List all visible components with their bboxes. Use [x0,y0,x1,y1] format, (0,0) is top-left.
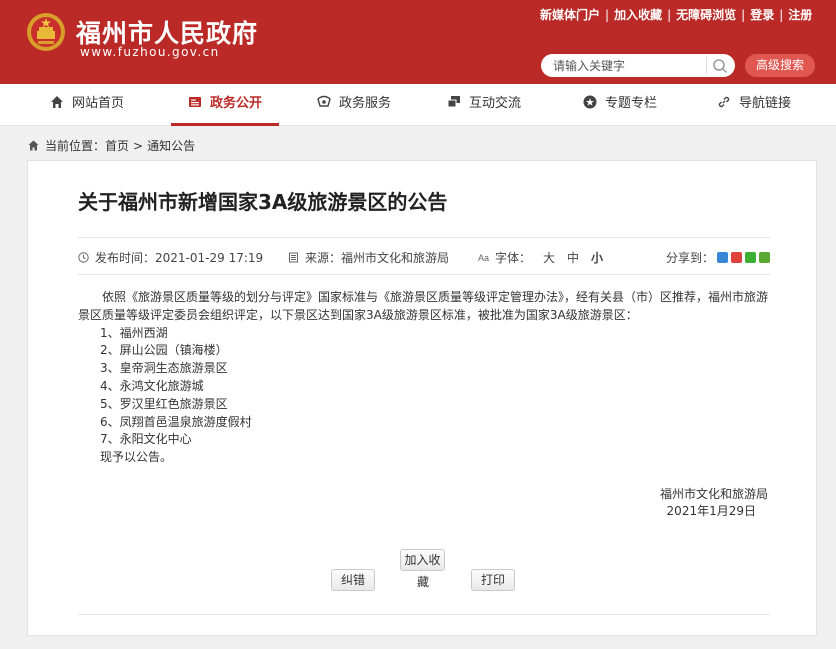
article-title: 关于福州市新增国家3A级旅游景区的公告 [78,190,448,214]
search-box [541,54,735,77]
divider: | [605,8,610,22]
share-qzone-icon[interactable] [717,252,728,263]
toplink-accessibility[interactable]: 无障碍浏览 [676,8,736,22]
list-item: 7、永阳文化中心 [100,432,192,447]
divider [78,274,770,275]
divider [78,614,770,615]
article-meta: 发布时间：2021-01-29 17:19 来源：福州市文化和旅游局 Aa 字体：… [78,249,770,267]
service-icon [317,95,331,107]
site-header: 福州市人民政府 www.fuzhou.gov.cn 新媒体门户 | 加入收藏 | 无障碍… [0,0,836,84]
add-favorite-tail: 藏 [417,575,430,589]
breadcrumb: 当前位置：首页 > 通知公告 [28,137,195,154]
publish-time: 发布时间：2021-01-29 17:19 [78,249,263,266]
source-value: 福州市文化和旅游局 [341,251,450,265]
article-body: 依照《旅游景区质量等级的划分与评定》国家标准与《旅游景区质量等级评定管理办法》，… [78,289,773,467]
nav-item-gov-open[interactable]: 政务公开 [170,84,280,126]
nav-item-special-topics[interactable]: 专题专栏 [583,84,657,126]
font-label: 字体： [495,251,532,265]
font-size-large[interactable]: 大 [543,251,555,265]
toplink-new-media[interactable]: 新媒体门户 [540,8,600,22]
nav-item-gov-service[interactable]: 政务服务 [317,84,391,126]
site-domain: www.fuzhou.gov.cn [80,45,220,59]
source-icon [289,252,298,263]
search-input[interactable] [553,57,703,74]
nav-label: 网站首页 [72,96,125,111]
nav-label: 政务服务 [339,96,392,111]
nav-item-interaction[interactable]: 互动交流 [447,84,521,126]
divider: | [667,8,672,22]
search-divider [706,57,707,74]
top-links: 新媒体门户 | 加入收藏 | 无障碍浏览 | 登录 | 注册 [540,8,830,23]
toplink-register[interactable]: 注册 [788,8,812,22]
divider: | [779,8,784,22]
font-icon: Aa [478,253,489,263]
share-douban-icon[interactable] [759,252,770,263]
font-size-control: Aa 字体： 大中小 [478,249,603,266]
list-item: 3、皇帝洞生态旅游景区 [100,361,228,376]
breadcrumb-separator: > [133,139,144,153]
breadcrumb-prefix: 当前位置： [45,139,106,153]
share-bar: 分享到： [666,249,770,266]
star-icon [583,95,597,109]
toplink-login[interactable]: 登录 [750,8,774,22]
source-label: 来源： [305,251,342,265]
home-icon [28,140,39,151]
font-size-medium[interactable]: 中 [567,251,579,265]
font-size-small[interactable]: 小 [591,251,603,265]
toplink-add-favorite[interactable]: 加入收藏 [614,8,662,22]
list-item: 4、永鸿文化旅游城 [100,378,204,393]
divider: | [741,8,746,22]
document-icon [189,97,201,107]
advanced-search-button[interactable]: 高级搜索 [745,54,815,77]
article-closing: 现予以公告。 [100,450,173,465]
breadcrumb-home[interactable]: 首页 [105,139,129,153]
add-favorite-button[interactable]: 加入收 [400,549,445,571]
article-source: 来源：福州市文化和旅游局 [288,249,449,266]
share-label: 分享到： [665,251,714,265]
svg-text:Aa: Aa [478,253,489,263]
correct-error-button[interactable]: 纠错 [331,569,375,591]
link-icon [718,96,730,108]
home-icon [51,96,63,108]
list-item: 2、屏山公园（镇海楼） [100,343,228,358]
signature-date: 2021年1月29日 [666,504,756,518]
clock-icon [78,252,89,263]
main-nav: 网站首页 政务公开 政务服务 互动交流 专题专栏 导航链接 [0,84,836,126]
print-button[interactable]: 打印 [471,569,515,591]
divider [78,237,770,238]
nav-item-links[interactable]: 导航链接 [717,84,791,126]
nav-label: 专题专栏 [605,96,658,111]
article-intro: 依照《旅游景区质量等级的划分与评定》国家标准与《旅游景区质量等级评定管理办法》，… [78,290,769,322]
list-item: 5、罗汉里红色旅游景区 [100,396,228,411]
nav-item-home[interactable]: 网站首页 [50,84,124,126]
nav-label: 互动交流 [469,96,522,111]
chat-icon [447,96,460,108]
article-card: 关于福州市新增国家3A级旅游景区的公告 发布时间：2021-01-29 17:1… [27,160,817,636]
share-wechat-icon[interactable] [745,252,756,263]
publish-label: 发布时间： [95,251,156,265]
signature-org: 福州市文化和旅游局 [659,487,768,501]
article-signature: 福州市文化和旅游局 2021年1月29日 [660,486,768,520]
list-item: 1、福州西湖 [100,325,168,340]
search-icon[interactable] [712,58,728,74]
national-emblem-icon [27,13,65,51]
nav-label: 政务公开 [210,96,263,111]
publish-time-value: 2021-01-29 17:19 [155,251,264,265]
share-weibo-icon[interactable] [731,252,742,263]
list-item: 6、凤翔首邑温泉旅游度假村 [100,414,252,429]
breadcrumb-notices[interactable]: 通知公告 [147,139,195,153]
nav-label: 导航链接 [739,96,792,111]
